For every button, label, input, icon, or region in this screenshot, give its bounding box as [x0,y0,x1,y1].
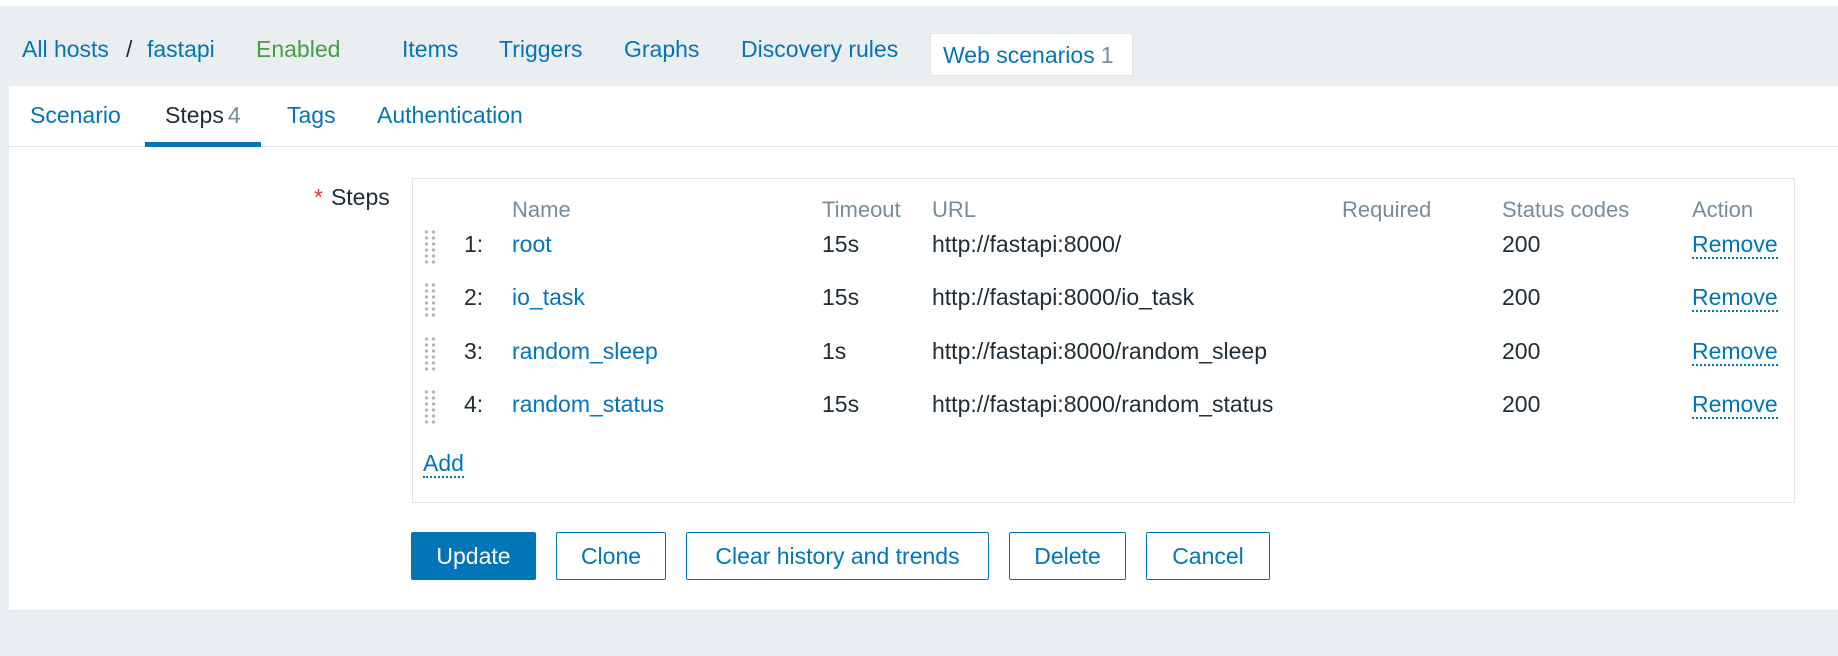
steps-label-text: Steps [330,184,390,210]
delete-button[interactable]: Delete [1009,532,1126,580]
table-row: 4: random_status 15s http://fastapi:8000… [413,387,1794,431]
breadcrumb-separator: / [126,36,133,62]
step-name-link[interactable]: root [512,231,552,258]
drag-handle-icon[interactable] [423,282,437,318]
tab-steps[interactable]: Steps 4 [145,86,261,147]
column-header-required: Required [1342,197,1432,222]
required-asterisk: * [314,184,323,210]
column-header-status-codes: Status codes [1502,197,1630,222]
table-row: 3: random_sleep 1s http://fastapi:8000/r… [413,334,1794,378]
drag-handle-icon[interactable] [423,336,437,372]
step-url: http://fastapi:8000/random_status [932,391,1274,417]
remove-step-link[interactable]: Remove [1692,231,1778,259]
drag-handle-icon[interactable] [423,229,437,265]
step-status-codes: 200 [1502,338,1541,364]
table-row: 1: root 15s http://fastapi:8000/ 200 Rem… [413,227,1794,271]
step-url: http://fastapi:8000/random_sleep [932,338,1268,364]
nav-web-scenarios-current[interactable]: Web scenarios 1 [930,33,1133,76]
host-navigation-bar: All hosts / fastapi Enabled Items Trigge… [0,0,1838,86]
step-number: 3: [464,338,484,364]
column-header-action: Action [1692,197,1754,222]
update-button[interactable]: Update [411,532,536,580]
step-name-link[interactable]: random_status [512,391,664,418]
nav-web-scenarios-text: Web scenarios [943,42,1095,68]
steps-field-label: * Steps [314,184,390,211]
step-timeout: 1s [822,338,847,364]
nav-items-link[interactable]: Items [402,28,458,70]
step-status-codes: 200 [1502,284,1541,310]
step-url: http://fastapi:8000/io_task [932,284,1195,310]
step-status-codes: 200 [1502,391,1541,417]
step-timeout: 15s [822,231,860,257]
web-scenario-form-panel: Scenario Steps 4 Tags Authentication * Ste… [9,86,1838,611]
cancel-button[interactable]: Cancel [1146,532,1270,580]
host-status-enabled-link[interactable]: Enabled [256,28,340,70]
step-timeout: 15s [822,391,860,417]
nav-discovery-rules-link[interactable]: Discovery rules [741,28,898,70]
step-number: 4: [464,391,484,417]
step-number: 2: [464,284,484,310]
step-status-codes: 200 [1502,231,1541,257]
step-number: 1: [464,231,484,257]
form-tabs: Scenario Steps 4 Tags Authentication [9,86,1838,147]
tab-authentication[interactable]: Authentication [377,86,523,147]
tab-steps-label: Steps [165,102,224,128]
clear-history-and-trends-button[interactable]: Clear history and trends [686,532,989,580]
nav-triggers-link[interactable]: Triggers [499,28,583,70]
add-step-link[interactable]: Add [423,450,464,478]
breadcrumb-all-hosts-link[interactable]: All hosts [22,28,109,70]
nav-web-scenarios-count: 1 [1100,42,1114,68]
step-name-link[interactable]: random_sleep [512,338,658,365]
nav-web-scenarios-label: Web scenarios 1 [943,34,1114,76]
tab-steps-count: 4 [227,102,241,128]
table-row: 2: io_task 15s http://fastapi:8000/io_ta… [413,280,1794,324]
clone-button[interactable]: Clone [556,532,666,580]
column-header-timeout: Timeout [822,197,901,222]
tab-scenario[interactable]: Scenario [30,86,121,147]
tab-tags[interactable]: Tags [287,86,336,147]
drag-handle-icon[interactable] [423,389,437,425]
nav-graphs-link[interactable]: Graphs [624,28,699,70]
remove-step-link[interactable]: Remove [1692,338,1778,366]
remove-step-link[interactable]: Remove [1692,284,1778,312]
steps-table: Name Timeout URL Required Status codes A… [412,178,1795,503]
step-url: http://fastapi:8000/ [932,231,1122,257]
column-header-url: URL [932,197,977,222]
step-timeout: 15s [822,284,860,310]
step-name-link[interactable]: io_task [512,284,585,311]
breadcrumb-host-link[interactable]: fastapi [147,28,215,70]
column-header-name: Name [512,197,571,222]
remove-step-link[interactable]: Remove [1692,391,1778,419]
